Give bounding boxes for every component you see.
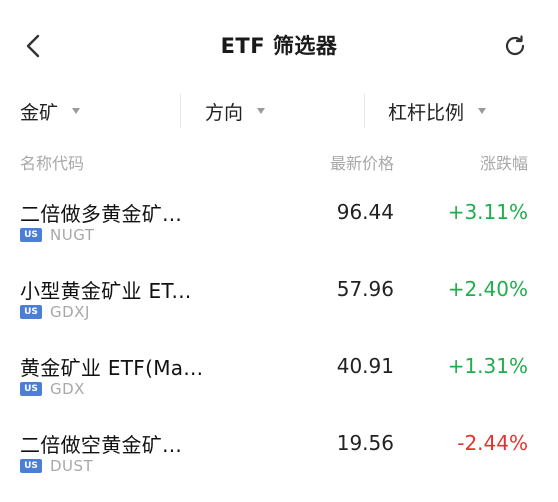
caret-down-icon [257,108,266,114]
etf-row[interactable]: 小型黄金矿业 ET... US GDXJ 57.96 +2.40% [0,265,558,341]
etf-price: 96.44 [336,200,394,224]
filter-bar: 金矿 方向 杠杆比例 [0,92,558,130]
etf-price: 19.56 [336,431,394,455]
etf-ticker: GDX [50,380,85,398]
refresh-icon [505,35,525,56]
etf-change: +3.11% [447,200,528,224]
etf-ticker: NUGT [50,226,95,244]
etf-price: 57.96 [336,277,394,301]
etf-name: 黄金矿业 ETF(Ma... [20,356,204,380]
etf-row[interactable]: 黄金矿业 ETF(Ma... US GDX 40.91 +1.31% [0,342,558,418]
market-badge: US [20,459,42,473]
filter-leverage-label: 杠杆比例 [388,101,465,124]
column-header-change[interactable]: 涨跌幅 [480,150,528,174]
etf-name: 二倍做空黄金矿... [20,433,183,457]
page-title: ETF 筛选器 [220,34,338,58]
header: ETF 筛选器 [0,0,558,92]
etf-row[interactable]: 二倍做多黄金矿... US NUGT 96.44 +3.11% [0,188,558,264]
column-header-name: 名称代码 [20,154,85,173]
market-badge: US [20,228,42,242]
column-header-price[interactable]: 最新价格 [330,150,394,174]
filter-direction-label: 方向 [205,101,244,124]
market-badge: US [20,382,42,396]
filter-direction[interactable]: 方向 [205,92,266,130]
etf-ticker: DUST [50,457,94,475]
caret-down-icon [478,108,487,114]
filter-category[interactable]: 金矿 [20,92,81,130]
etf-name: 二倍做多黄金矿... [20,202,183,226]
market-badge: US [20,305,42,319]
caret-down-icon [72,108,81,114]
column-headers: 名称代码 最新价格 涨跌幅 [0,150,558,176]
etf-change: +2.40% [447,277,528,301]
filter-category-label: 金矿 [20,101,59,124]
refresh-button[interactable] [500,30,530,62]
etf-price: 40.91 [336,354,394,378]
etf-change: -2.44% [457,431,528,455]
etf-row[interactable]: 二倍做空黄金矿... US DUST 19.56 -2.44% [0,419,558,495]
etf-ticker: GDXJ [50,303,90,321]
filter-divider [180,94,181,128]
filter-leverage[interactable]: 杠杆比例 [388,92,487,130]
etf-name: 小型黄金矿业 ET... [20,279,192,303]
etf-change: +1.31% [447,354,528,378]
filter-divider [364,94,365,128]
